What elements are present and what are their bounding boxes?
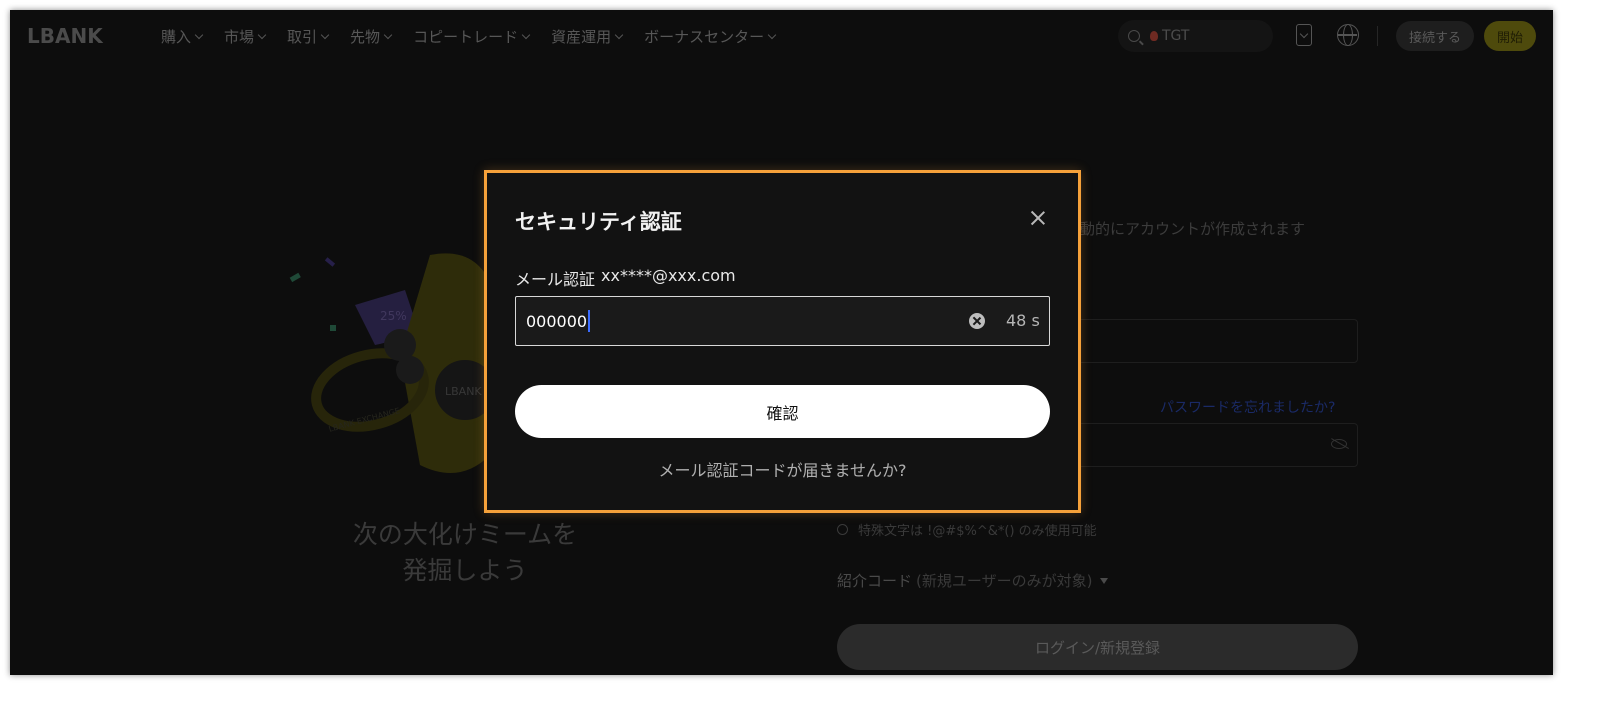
login-register-button[interactable]: ログイン/新規登録 bbox=[837, 624, 1358, 670]
chevron-down-icon bbox=[767, 30, 777, 39]
referral-label: 紹介コード bbox=[837, 572, 913, 590]
download-app-icon[interactable] bbox=[1296, 24, 1312, 46]
text-cursor bbox=[588, 310, 591, 332]
nav-item-buy[interactable]: 購入 bbox=[161, 26, 204, 47]
slogan-line-1: 次の大化けミームを bbox=[352, 520, 578, 549]
confirm-button[interactable]: 確認 bbox=[515, 385, 1050, 438]
slogan-line-2: 発掘しよう bbox=[402, 556, 528, 585]
eye-off-icon[interactable] bbox=[1331, 439, 1347, 449]
chevron-down-icon bbox=[614, 30, 624, 39]
nav-label: 市場 bbox=[224, 28, 255, 46]
chevron-down-icon bbox=[521, 30, 531, 39]
search-box[interactable]: TGT bbox=[1118, 20, 1273, 52]
nav-item-earn[interactable]: 資産運用 bbox=[551, 26, 624, 47]
code-not-received-link[interactable]: メール認証コードが届きませんか? bbox=[487, 457, 1078, 481]
chevron-down-icon bbox=[383, 30, 393, 39]
start-button[interactable]: 開始 bbox=[1484, 21, 1536, 51]
clear-input-icon[interactable] bbox=[969, 313, 985, 329]
chevron-down-icon bbox=[257, 30, 267, 39]
close-icon[interactable] bbox=[1029, 209, 1047, 227]
nav-label: 購入 bbox=[161, 28, 192, 46]
nav-item-markets[interactable]: 市場 bbox=[224, 26, 267, 47]
search-hot-term: TGT bbox=[1162, 28, 1190, 44]
search-icon bbox=[1128, 30, 1140, 42]
confetti-shape bbox=[330, 325, 336, 331]
modal-title: セキュリティ認証 bbox=[515, 210, 682, 234]
nav-item-futures[interactable]: 先物 bbox=[350, 26, 393, 47]
referral-code-toggle[interactable]: 紹介コード (新規ユーザーのみが対象) bbox=[837, 570, 1109, 591]
nav-item-copy-trade[interactable]: コピートレード bbox=[413, 26, 531, 47]
nav-item-trade[interactable]: 取引 bbox=[287, 26, 330, 47]
nav-item-bonus-center[interactable]: ボーナスセンター bbox=[644, 26, 777, 47]
connect-button[interactable]: 接続する bbox=[1396, 21, 1474, 51]
coin-text: LBANK bbox=[445, 385, 482, 398]
chevron-down-icon bbox=[194, 30, 204, 39]
app-window: LBANK 購入 市場 取引 先物 コピートレード 資産運用 ボーナスセンター … bbox=[10, 10, 1553, 675]
nav-label: ボーナスセンター bbox=[644, 28, 765, 46]
chevron-down-icon bbox=[320, 30, 330, 39]
nav-label: 先物 bbox=[350, 28, 381, 46]
coin-shape bbox=[396, 356, 424, 384]
code-value: 000000 bbox=[526, 311, 588, 331]
caret-down-icon bbox=[1100, 577, 1109, 584]
badge-percent-text: 25% bbox=[380, 309, 407, 323]
globe-icon[interactable] bbox=[1337, 24, 1359, 46]
main-nav: 購入 市場 取引 先物 コピートレード 資産運用 ボーナスセンター bbox=[161, 26, 797, 47]
form-subtitle: 動的にアカウントが作成されます bbox=[1080, 220, 1306, 238]
nav-label: コピートレード bbox=[413, 28, 519, 46]
forgot-password-link[interactable]: パスワードを忘れましたか? bbox=[1160, 397, 1335, 417]
nav-label: 取引 bbox=[287, 28, 318, 46]
verification-code-input[interactable]: 000000 48 s bbox=[515, 296, 1050, 346]
fire-icon bbox=[1150, 31, 1158, 41]
header-divider bbox=[1377, 26, 1378, 46]
referral-note: (新規ユーザーのみが対象) bbox=[916, 572, 1093, 590]
security-verification-modal: セキュリティ認証 メール認証 xx****@xxx.com 000000 48 … bbox=[484, 170, 1081, 513]
nav-label: 資産運用 bbox=[551, 28, 612, 46]
masked-email: xx****@xxx.com bbox=[601, 266, 736, 285]
hero-slogan: 次の大化けミームを 発掘しよう bbox=[310, 517, 620, 589]
rule-check-icon bbox=[837, 524, 848, 535]
email-label-text: メール認証 bbox=[515, 270, 596, 289]
top-nav-bar: LBANK 購入 市場 取引 先物 コピートレード 資産運用 ボーナスセンター … bbox=[10, 10, 1553, 62]
confetti-shape bbox=[324, 257, 336, 267]
email-verification-label: メール認証 xx****@xxx.com bbox=[515, 266, 736, 290]
password-rule: 特殊文字は !@#$%^&*() のみ使用可能 bbox=[837, 520, 1097, 539]
confetti-shape bbox=[289, 272, 301, 283]
lbank-logo[interactable]: LBANK bbox=[27, 24, 103, 48]
password-rule-text: 特殊文字は !@#$%^&*() のみ使用可能 bbox=[858, 524, 1097, 539]
resend-countdown: 48 s bbox=[1006, 311, 1040, 330]
